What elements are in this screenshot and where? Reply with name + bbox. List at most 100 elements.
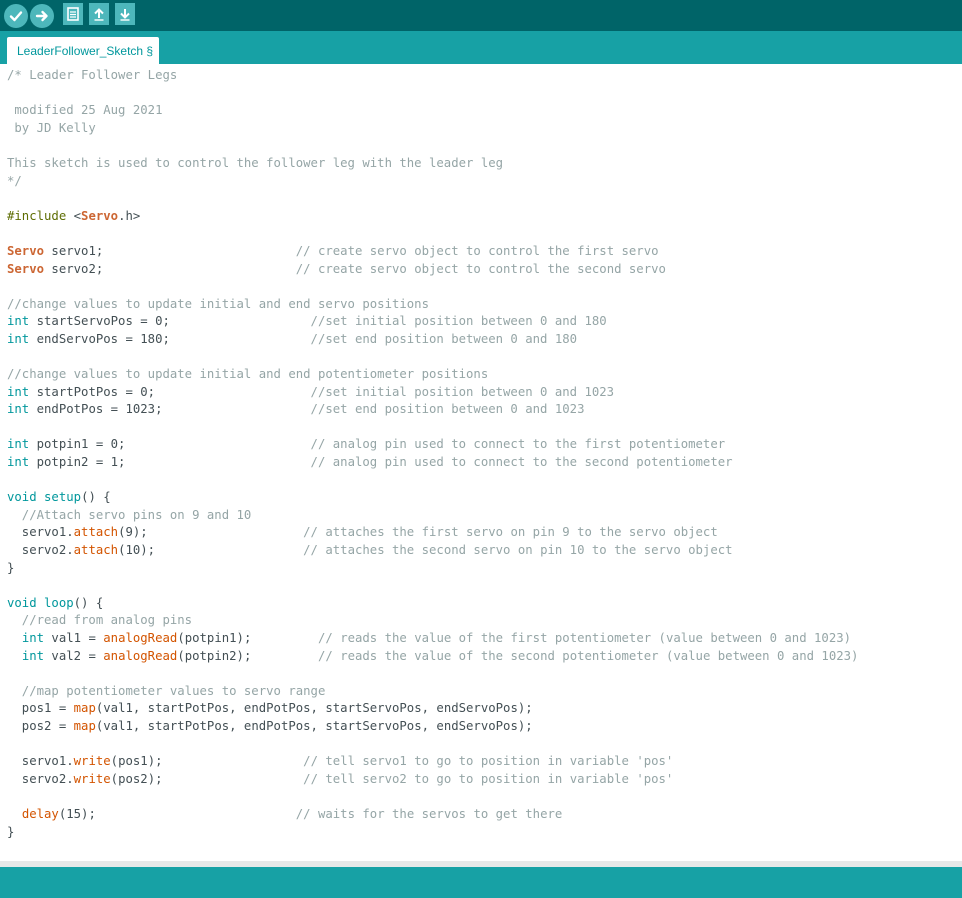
- checkmark-icon: [9, 11, 23, 22]
- code-line: //Attach servo pins on 9 and 10: [7, 507, 858, 525]
- verify-button[interactable]: [4, 4, 28, 28]
- code-token-comment: //map potentiometer values to servo rang…: [7, 683, 326, 698]
- code-token-fn: write: [73, 754, 111, 769]
- code-token-plain: pos2 =: [7, 718, 74, 733]
- code-token-comment: This sketch is used to control the follo…: [7, 155, 504, 170]
- code-token-plain: () {: [73, 595, 104, 610]
- code-token-plain: <: [73, 208, 82, 223]
- code-line: void loop() {: [7, 595, 858, 613]
- code-line: }: [7, 824, 858, 842]
- code-line: int val1 = analogRead(potpin1); // reads…: [7, 630, 858, 648]
- code-token-plain: servo1;: [44, 243, 296, 258]
- code-token-fn: attach: [73, 525, 119, 540]
- code-token-fn: map: [73, 718, 96, 733]
- code-line: Servo servo1; // create servo object to …: [7, 243, 858, 261]
- code-token-plain: () {: [81, 490, 111, 505]
- code-token-comment: modified 25 Aug 2021: [7, 103, 163, 118]
- code-line: modified 25 Aug 2021: [7, 102, 858, 120]
- code-token-plain: servo1.: [7, 754, 74, 769]
- code-token-comment: // attaches the first servo on pin 9 to …: [303, 525, 718, 540]
- tab-sketch[interactable]: LeaderFollower_Sketch §: [7, 37, 160, 64]
- code-token-comment: // waits for the servos to get there: [295, 806, 563, 821]
- code-token-plain: (15);: [58, 806, 296, 821]
- code-line: Servo servo2; // create servo object to …: [7, 261, 858, 279]
- code-line: int startServoPos = 0; //set initial pos…: [7, 313, 858, 331]
- code-token-comment: //change values to update initial and en…: [7, 296, 429, 311]
- code-token-fn: delay: [21, 806, 59, 821]
- code-token-plain: .h>: [118, 208, 141, 223]
- code-token-plain: potpin1 = 0;: [29, 437, 311, 452]
- file-icon: [67, 7, 79, 21]
- code-token-plain: (9);: [118, 525, 304, 540]
- code-token-kw: setup: [44, 490, 82, 505]
- tab-strip: LeaderFollower_Sketch §: [0, 31, 962, 64]
- toolbar: [0, 0, 962, 31]
- code-token-plain: startServoPos = 0;: [29, 314, 311, 329]
- code-line: servo2.write(pos2); // tell servo2 to go…: [7, 771, 858, 789]
- open-button[interactable]: [89, 3, 109, 25]
- upload-button[interactable]: [30, 4, 54, 28]
- code-token-pre: #include: [7, 208, 74, 223]
- code-token-plain: (pos1);: [110, 754, 304, 769]
- code-line: servo2.attach(10); // attaches the secon…: [7, 542, 858, 560]
- code-line: void setup() {: [7, 489, 858, 507]
- code-token-comment: // tell servo2 to go to position in vari…: [303, 771, 674, 786]
- code-token-kw: int: [21, 631, 45, 645]
- code-line: int potpin2 = 1; // analog pin used to c…: [7, 454, 858, 472]
- code-token-type: Servo: [7, 243, 45, 258]
- code-line: int startPotPos = 0; //set initial posit…: [7, 384, 858, 402]
- code-line: }: [7, 560, 858, 578]
- code-line: int val2 = analogRead(potpin2); // reads…: [7, 648, 859, 666]
- code-line: This sketch is used to control the follo…: [7, 155, 858, 173]
- code-line: //change values to update initial and en…: [7, 366, 858, 384]
- code-token-kw: int: [7, 314, 30, 329]
- code-token-comment: //set end position between 0 and 1023: [310, 402, 585, 417]
- code-token-kw: int: [7, 384, 30, 399]
- code-token-plain: (potpin2);: [177, 648, 318, 663]
- code-line: */: [7, 173, 858, 191]
- code-token-kw: int: [7, 331, 30, 346]
- code-line: delay(15); // waits for the servos to ge…: [7, 806, 858, 824]
- code-line: #include <Servo.h>: [7, 208, 858, 226]
- code-line: int endPotPos = 1023; //set end position…: [7, 401, 858, 419]
- code-token-plain: (pos2);: [110, 771, 304, 786]
- code-token-plain: servo1.: [7, 525, 74, 540]
- code-token-plain: pos1 =: [7, 701, 74, 716]
- code-line: int endServoPos = 180; //set end positio…: [7, 331, 858, 349]
- code-token-kw: void: [7, 595, 37, 610]
- code-token-comment: /* Leader Follower Legs: [7, 68, 178, 82]
- code-token-kw: int: [7, 402, 30, 417]
- save-button[interactable]: [115, 3, 135, 25]
- code-token-fn: attach: [73, 543, 119, 558]
- code-token-plain: (val1, startPotPos, endPotPos, startServ…: [95, 701, 533, 716]
- code-line: servo1.attach(9); // attaches the first …: [7, 524, 858, 542]
- code-line: /* Leader Follower Legs: [7, 67, 858, 85]
- code-token-type: Servo: [81, 208, 119, 223]
- new-button[interactable]: [63, 3, 83, 25]
- code-token-kw: void: [7, 490, 37, 505]
- code-token-plain: servo2;: [44, 261, 296, 276]
- code-line: //read from analog pins: [7, 612, 858, 630]
- code-token-plain: servo2.: [7, 771, 74, 786]
- code-token-kw: int: [21, 648, 45, 663]
- code-token-comment: // attaches the second servo on pin 10 t…: [303, 543, 733, 558]
- code-editor[interactable]: /* Leader Follower Legs modified 25 Aug …: [0, 64, 962, 861]
- code-token-plain: startPotPos = 0;: [29, 384, 311, 399]
- code-token-plain: }: [7, 560, 15, 575]
- code-token-comment: //set end position between 0 and 180: [310, 331, 578, 346]
- code-text[interactable]: /* Leader Follower Legs modified 25 Aug …: [7, 67, 858, 841]
- code-token-fn: analogRead: [103, 631, 178, 645]
